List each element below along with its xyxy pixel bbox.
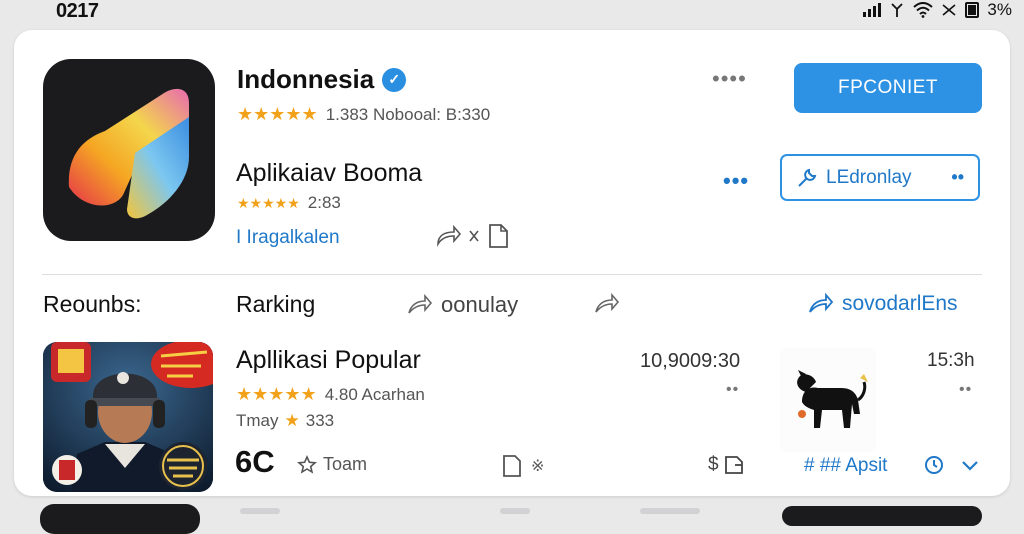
arrow-curve-icon xyxy=(809,292,834,313)
app-store-card: Indonnesia ✓ ★★★★★ 1.383 Nobooal: B:330 … xyxy=(14,30,1010,496)
tab-popular-label: oonulay xyxy=(441,292,519,317)
featured-app-rating: ★★★★★ 1.383 Nobooal: B:330 xyxy=(237,104,490,125)
star-rating-icon: ★★★★★ xyxy=(237,104,318,124)
divider xyxy=(42,274,982,275)
status-bar: 0217 3% xyxy=(0,0,1024,24)
second-app-actions xyxy=(434,223,510,249)
dog-thumbnail[interactable] xyxy=(780,348,876,452)
more-options-blue-icon[interactable]: ••• xyxy=(723,170,749,192)
document-icon[interactable] xyxy=(501,454,523,478)
link-icon xyxy=(942,4,956,16)
verified-badge-icon: ✓ xyxy=(382,67,407,92)
team-button[interactable]: Toam xyxy=(297,454,367,475)
see-all-label: sovodarlEns xyxy=(842,292,958,315)
tray-value: 333 xyxy=(305,411,335,430)
status-time: 0217 xyxy=(56,0,99,22)
next-app-icon-peek xyxy=(40,504,200,534)
popular-app-tray: Tmay ★ 333 xyxy=(236,411,334,431)
next-row-peek xyxy=(240,508,280,514)
more-options-icon[interactable]: •• xyxy=(726,382,739,398)
popular-app-rating-info: 4.80 Acarhan xyxy=(324,384,425,404)
tab-ranking[interactable]: Rarking xyxy=(236,291,315,318)
share-arrow-icon[interactable] xyxy=(592,292,622,321)
popular-app-title[interactable]: Apllikasi Popular xyxy=(236,346,421,375)
apsit-link[interactable]: # ## Apsit xyxy=(804,455,887,477)
arrow-curve-icon xyxy=(408,293,433,314)
document-icon[interactable] xyxy=(486,223,510,249)
cellular-signal-icon xyxy=(863,3,882,17)
team-label: Toam xyxy=(323,454,368,474)
featured-app-title-row: Indonnesia ✓ xyxy=(237,64,407,95)
external-link-icon xyxy=(724,456,743,474)
star-rating-icon: ★★★★★ xyxy=(237,194,300,211)
next-row-peek xyxy=(500,508,530,514)
more-options-icon[interactable]: •••• xyxy=(712,68,747,90)
see-all-link[interactable]: sovodarlEns xyxy=(806,292,958,316)
download-button[interactable]: LEdronlay •• xyxy=(780,154,980,201)
popular-app-time: 15:3h xyxy=(927,350,975,371)
popular-app-icon[interactable] xyxy=(43,342,213,492)
battery-percentage: 3% xyxy=(987,0,1012,19)
tab-popular[interactable]: oonulay xyxy=(405,292,518,318)
popular-app-actions: ※ xyxy=(501,454,544,478)
wifi-icon xyxy=(913,2,934,18)
hash-icon[interactable]: ※ xyxy=(531,456,544,476)
popular-app-stat: 10,9009:30 xyxy=(640,350,741,372)
featured-app-title[interactable]: Indonnesia xyxy=(237,64,374,95)
popular-app-rating: ★★★★★ 4.80 Acarhan xyxy=(236,384,425,405)
next-thumb-peek xyxy=(782,506,982,526)
bookmark-small-icon[interactable] xyxy=(468,229,480,243)
featured-app-rating-info: 1.383 Nobooal: B:330 xyxy=(325,104,491,124)
next-row-peek xyxy=(640,508,700,514)
price-button[interactable]: $ xyxy=(708,454,745,476)
get-button[interactable]: FPCONIET xyxy=(794,63,982,113)
status-icons: 3% xyxy=(863,0,1012,20)
second-app-rating-info: 2:83 xyxy=(307,193,341,212)
section-heading-left: Reounbs: xyxy=(43,291,142,317)
tray-label: Tmay xyxy=(236,411,279,430)
chevron-down-icon[interactable] xyxy=(959,454,981,481)
more-options-icon[interactable]: •• xyxy=(959,382,972,398)
star-outline-icon xyxy=(297,454,317,474)
antenna-icon xyxy=(891,3,904,17)
dollar-label: $ xyxy=(708,454,719,475)
featured-app-icon[interactable] xyxy=(43,59,215,241)
battery-icon xyxy=(965,2,980,18)
star-rating-icon: ★★★★★ xyxy=(236,384,317,404)
wrench-icon xyxy=(798,168,817,187)
more-options-icon[interactable]: •• xyxy=(951,167,964,188)
download-button-label: LEdronlay xyxy=(826,166,912,188)
share-arrow-icon[interactable] xyxy=(434,224,462,248)
second-app-rating: ★★★★★ 2:83 xyxy=(237,193,341,213)
clock-icon[interactable] xyxy=(923,454,945,481)
second-app-link[interactable]: I Iragalkalen xyxy=(236,227,340,249)
popular-app-count: 6C xyxy=(235,444,275,479)
star-icon: ★ xyxy=(284,411,300,430)
second-app-title[interactable]: Aplikaiav Booma xyxy=(236,159,422,188)
